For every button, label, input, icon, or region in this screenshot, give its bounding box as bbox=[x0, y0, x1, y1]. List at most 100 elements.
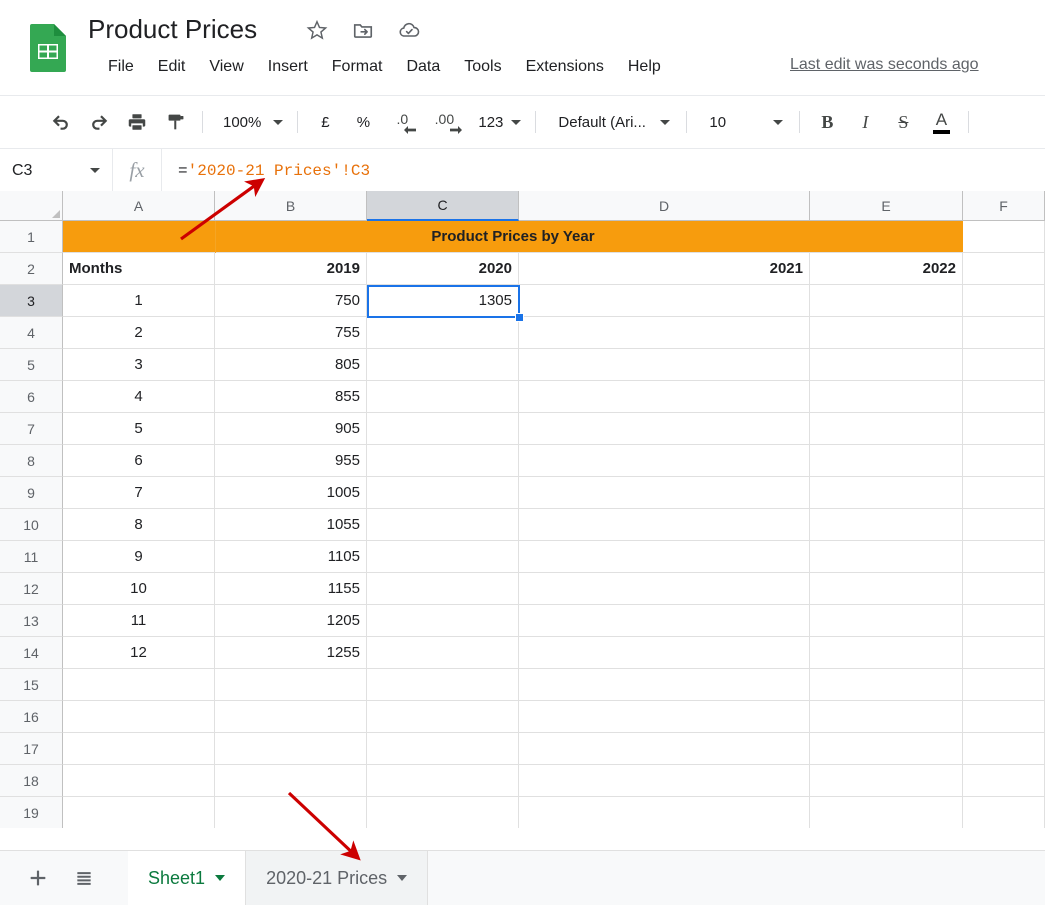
cell-d18[interactable] bbox=[519, 765, 810, 797]
menu-tools[interactable]: Tools bbox=[452, 56, 513, 78]
menu-edit[interactable]: Edit bbox=[146, 56, 198, 78]
cell-c9[interactable] bbox=[367, 477, 519, 509]
cell-c5[interactable] bbox=[367, 349, 519, 381]
row-header-11[interactable]: 11 bbox=[0, 541, 63, 573]
cell-c3[interactable]: 1305 bbox=[367, 285, 519, 317]
cell-f5[interactable] bbox=[963, 349, 1045, 381]
cell-a2[interactable]: Months bbox=[63, 253, 215, 285]
cell-f9[interactable] bbox=[963, 477, 1045, 509]
menu-data[interactable]: Data bbox=[394, 56, 452, 78]
cell-b11[interactable]: 1105 bbox=[215, 541, 367, 573]
print-icon[interactable] bbox=[121, 106, 153, 138]
row-header-1[interactable]: 1 bbox=[0, 221, 63, 253]
cell-f6[interactable] bbox=[963, 381, 1045, 413]
cell-a12[interactable]: 10 bbox=[63, 573, 215, 605]
paint-format-icon[interactable] bbox=[159, 106, 191, 138]
name-box[interactable]: C3 bbox=[0, 149, 112, 192]
cell-c4[interactable] bbox=[367, 317, 519, 349]
cell-c14[interactable] bbox=[367, 637, 519, 669]
cell-a4[interactable]: 2 bbox=[63, 317, 215, 349]
menu-help[interactable]: Help bbox=[616, 56, 673, 78]
cell-e18[interactable] bbox=[810, 765, 963, 797]
cell-e9[interactable] bbox=[810, 477, 963, 509]
row-header-10[interactable]: 10 bbox=[0, 509, 63, 541]
cell-b14[interactable]: 1255 bbox=[215, 637, 367, 669]
row-header-7[interactable]: 7 bbox=[0, 413, 63, 445]
cell-a3[interactable]: 1 bbox=[63, 285, 215, 317]
cell-f12[interactable] bbox=[963, 573, 1045, 605]
cell-a7[interactable]: 5 bbox=[63, 413, 215, 445]
cell-d3[interactable] bbox=[519, 285, 810, 317]
fill-handle[interactable] bbox=[515, 313, 524, 322]
menu-insert[interactable]: Insert bbox=[256, 56, 320, 78]
cell-c6[interactable] bbox=[367, 381, 519, 413]
cell-d2[interactable]: 2021 bbox=[519, 253, 810, 285]
increase-decimal-button[interactable]: .00 bbox=[425, 106, 463, 138]
cell-a11[interactable]: 9 bbox=[63, 541, 215, 573]
cell-c12[interactable] bbox=[367, 573, 519, 605]
formula-input[interactable]: = '2020-21 Prices'!C3 bbox=[162, 149, 1045, 192]
cell-b12[interactable]: 1155 bbox=[215, 573, 367, 605]
cell-f16[interactable] bbox=[963, 701, 1045, 733]
cell-c7[interactable] bbox=[367, 413, 519, 445]
cell-a19[interactable] bbox=[63, 797, 215, 828]
cell-f4[interactable] bbox=[963, 317, 1045, 349]
row-header-3[interactable]: 3 bbox=[0, 285, 63, 317]
zoom-control[interactable]: 100% bbox=[211, 106, 289, 138]
cell-a13[interactable]: 11 bbox=[63, 605, 215, 637]
row-header-4[interactable]: 4 bbox=[0, 317, 63, 349]
document-title[interactable]: Product Prices bbox=[88, 14, 257, 45]
cell-c8[interactable] bbox=[367, 445, 519, 477]
cell-d16[interactable] bbox=[519, 701, 810, 733]
cell-f14[interactable] bbox=[963, 637, 1045, 669]
column-header-b[interactable]: B bbox=[215, 191, 367, 221]
last-edit-status[interactable]: Last edit was seconds ago bbox=[790, 56, 979, 74]
cell-d9[interactable] bbox=[519, 477, 810, 509]
cell-c13[interactable] bbox=[367, 605, 519, 637]
cell-e13[interactable] bbox=[810, 605, 963, 637]
cell-a5[interactable]: 3 bbox=[63, 349, 215, 381]
column-header-d[interactable]: D bbox=[519, 191, 810, 221]
select-all-corner[interactable] bbox=[0, 191, 63, 221]
row-header-8[interactable]: 8 bbox=[0, 445, 63, 477]
cell-d15[interactable] bbox=[519, 669, 810, 701]
row-header-17[interactable]: 17 bbox=[0, 733, 63, 765]
cell-d14[interactable] bbox=[519, 637, 810, 669]
row-header-15[interactable]: 15 bbox=[0, 669, 63, 701]
cell-e4[interactable] bbox=[810, 317, 963, 349]
number-format-control[interactable]: 123 bbox=[466, 106, 527, 138]
cell-e14[interactable] bbox=[810, 637, 963, 669]
cell-c17[interactable] bbox=[367, 733, 519, 765]
cell-f17[interactable] bbox=[963, 733, 1045, 765]
cell-e8[interactable] bbox=[810, 445, 963, 477]
row-header-5[interactable]: 5 bbox=[0, 349, 63, 381]
cell-b17[interactable] bbox=[215, 733, 367, 765]
cell-c18[interactable] bbox=[367, 765, 519, 797]
cell-d7[interactable] bbox=[519, 413, 810, 445]
cell-c16[interactable] bbox=[367, 701, 519, 733]
cell-a15[interactable] bbox=[63, 669, 215, 701]
cell-f3[interactable] bbox=[963, 285, 1045, 317]
cell-a18[interactable] bbox=[63, 765, 215, 797]
merged-title-banner[interactable]: Product Prices by Year bbox=[63, 221, 963, 253]
undo-icon[interactable] bbox=[45, 106, 77, 138]
cell-d10[interactable] bbox=[519, 509, 810, 541]
cell-f11[interactable] bbox=[963, 541, 1045, 573]
cell-d19[interactable] bbox=[519, 797, 810, 828]
cell-b3[interactable]: 750 bbox=[215, 285, 367, 317]
cell-c2[interactable]: 2020 bbox=[367, 253, 519, 285]
cell-d5[interactable] bbox=[519, 349, 810, 381]
cell-e17[interactable] bbox=[810, 733, 963, 765]
menu-file[interactable]: File bbox=[96, 56, 146, 78]
cell-b10[interactable]: 1055 bbox=[215, 509, 367, 541]
cell-d13[interactable] bbox=[519, 605, 810, 637]
cell-e2[interactable]: 2022 bbox=[810, 253, 963, 285]
cell-d4[interactable] bbox=[519, 317, 810, 349]
all-sheets-icon[interactable] bbox=[64, 858, 104, 898]
chevron-down-icon[interactable] bbox=[397, 875, 408, 881]
chevron-down-icon[interactable] bbox=[215, 875, 226, 881]
cell-b7[interactable]: 905 bbox=[215, 413, 367, 445]
cell-d6[interactable] bbox=[519, 381, 810, 413]
cell-e6[interactable] bbox=[810, 381, 963, 413]
cell-b15[interactable] bbox=[215, 669, 367, 701]
